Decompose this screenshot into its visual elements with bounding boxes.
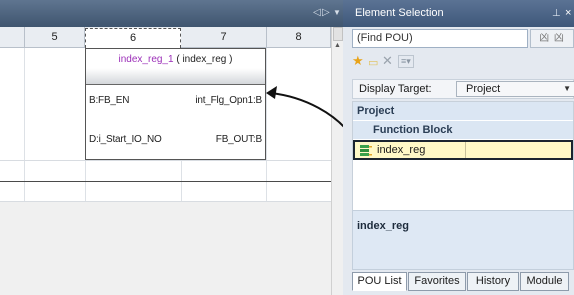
pane-tab-strip: POU List Favorites History Module (352, 272, 574, 291)
tab-history[interactable]: History (467, 272, 519, 291)
search-input[interactable]: (Find POU) (352, 29, 528, 48)
column-header-5[interactable]: 5 (25, 27, 85, 48)
tree-group-project[interactable]: Project (353, 102, 573, 120)
tree-item-index-reg[interactable]: index_reg (353, 140, 573, 160)
description-panel: index_reg (352, 210, 574, 270)
tab-favorites[interactable]: Favorites (408, 272, 466, 291)
function-block-icon (360, 145, 372, 156)
display-target-value: Project (466, 83, 501, 95)
tab-scroll-left-icon[interactable]: ◁ (313, 7, 321, 19)
fb-output-pin[interactable]: int_Flg_Opn1:B (195, 95, 262, 107)
fb-instance-name[interactable]: index_reg_1 (119, 54, 174, 65)
tree-group-function-block[interactable]: Function Block (353, 121, 573, 139)
editor-tab-bar: ◁ ▷ ▼ (0, 0, 343, 27)
display-target-select[interactable]: Project ▼ (456, 81, 574, 97)
description-title: index_reg (357, 220, 409, 232)
display-target-label: Display Target: (359, 83, 432, 95)
tab-module[interactable]: Module (520, 272, 569, 291)
fb-output-pin[interactable]: FB_OUT:B (216, 134, 262, 146)
tree-item-label: index_reg (377, 144, 426, 156)
pane-toolbar: ★ ▭ ✕ ≡▾ (352, 51, 574, 73)
tab-list-dropdown-icon[interactable]: ▼ (333, 7, 341, 19)
vertical-scrollbar[interactable]: ▲ (331, 27, 343, 295)
search-button[interactable]: 凶 凶 (530, 29, 574, 48)
tab-pou-list[interactable]: POU List (352, 272, 407, 291)
element-selection-pane: Element Selection ⊥ × (Find POU) 凶 凶 ★ ▭… (343, 0, 574, 295)
folder-icon[interactable]: ▭ (368, 55, 378, 71)
column-header: 5 6 7 8 (0, 27, 343, 48)
fb-input-pin[interactable]: D:i_Start_IO_NO (89, 134, 162, 146)
close-icon[interactable]: × (565, 0, 571, 27)
scrollbar-thumb[interactable] (333, 27, 343, 41)
display-target-row: Display Target: Project ▼ (352, 79, 574, 99)
fb-input-pin[interactable]: B:FB_EN (89, 95, 129, 107)
chevron-down-icon: ▼ (563, 84, 571, 93)
function-block-header: index_reg_1 ( index_reg ) (86, 49, 265, 85)
tab-scroll-right-icon[interactable]: ▷ (322, 7, 330, 19)
sort-dropdown-icon[interactable]: ≡▾ (398, 55, 414, 68)
scroll-up-arrow-icon[interactable]: ▲ (334, 42, 341, 49)
column-header-cell (0, 27, 25, 48)
pane-title: Element Selection (355, 7, 444, 19)
function-block[interactable]: index_reg_1 ( index_reg ) B:FB_EN int_Fl… (85, 48, 266, 160)
column-header-8[interactable]: 8 (267, 27, 331, 48)
pane-title-bar: Element Selection ⊥ × (343, 0, 574, 27)
fb-type-name: ( index_reg ) (176, 54, 233, 65)
column-header-7[interactable]: 7 (181, 27, 267, 48)
editor-empty-area[interactable] (0, 202, 331, 295)
delete-x-icon[interactable]: ✕ (382, 53, 393, 69)
column-header-6[interactable]: 6 (85, 28, 181, 48)
favorite-star-icon[interactable]: ★ (352, 53, 364, 69)
pou-tree[interactable]: Project Function Block index_reg (352, 101, 574, 219)
pin-icon[interactable]: ⊥ (552, 0, 561, 27)
